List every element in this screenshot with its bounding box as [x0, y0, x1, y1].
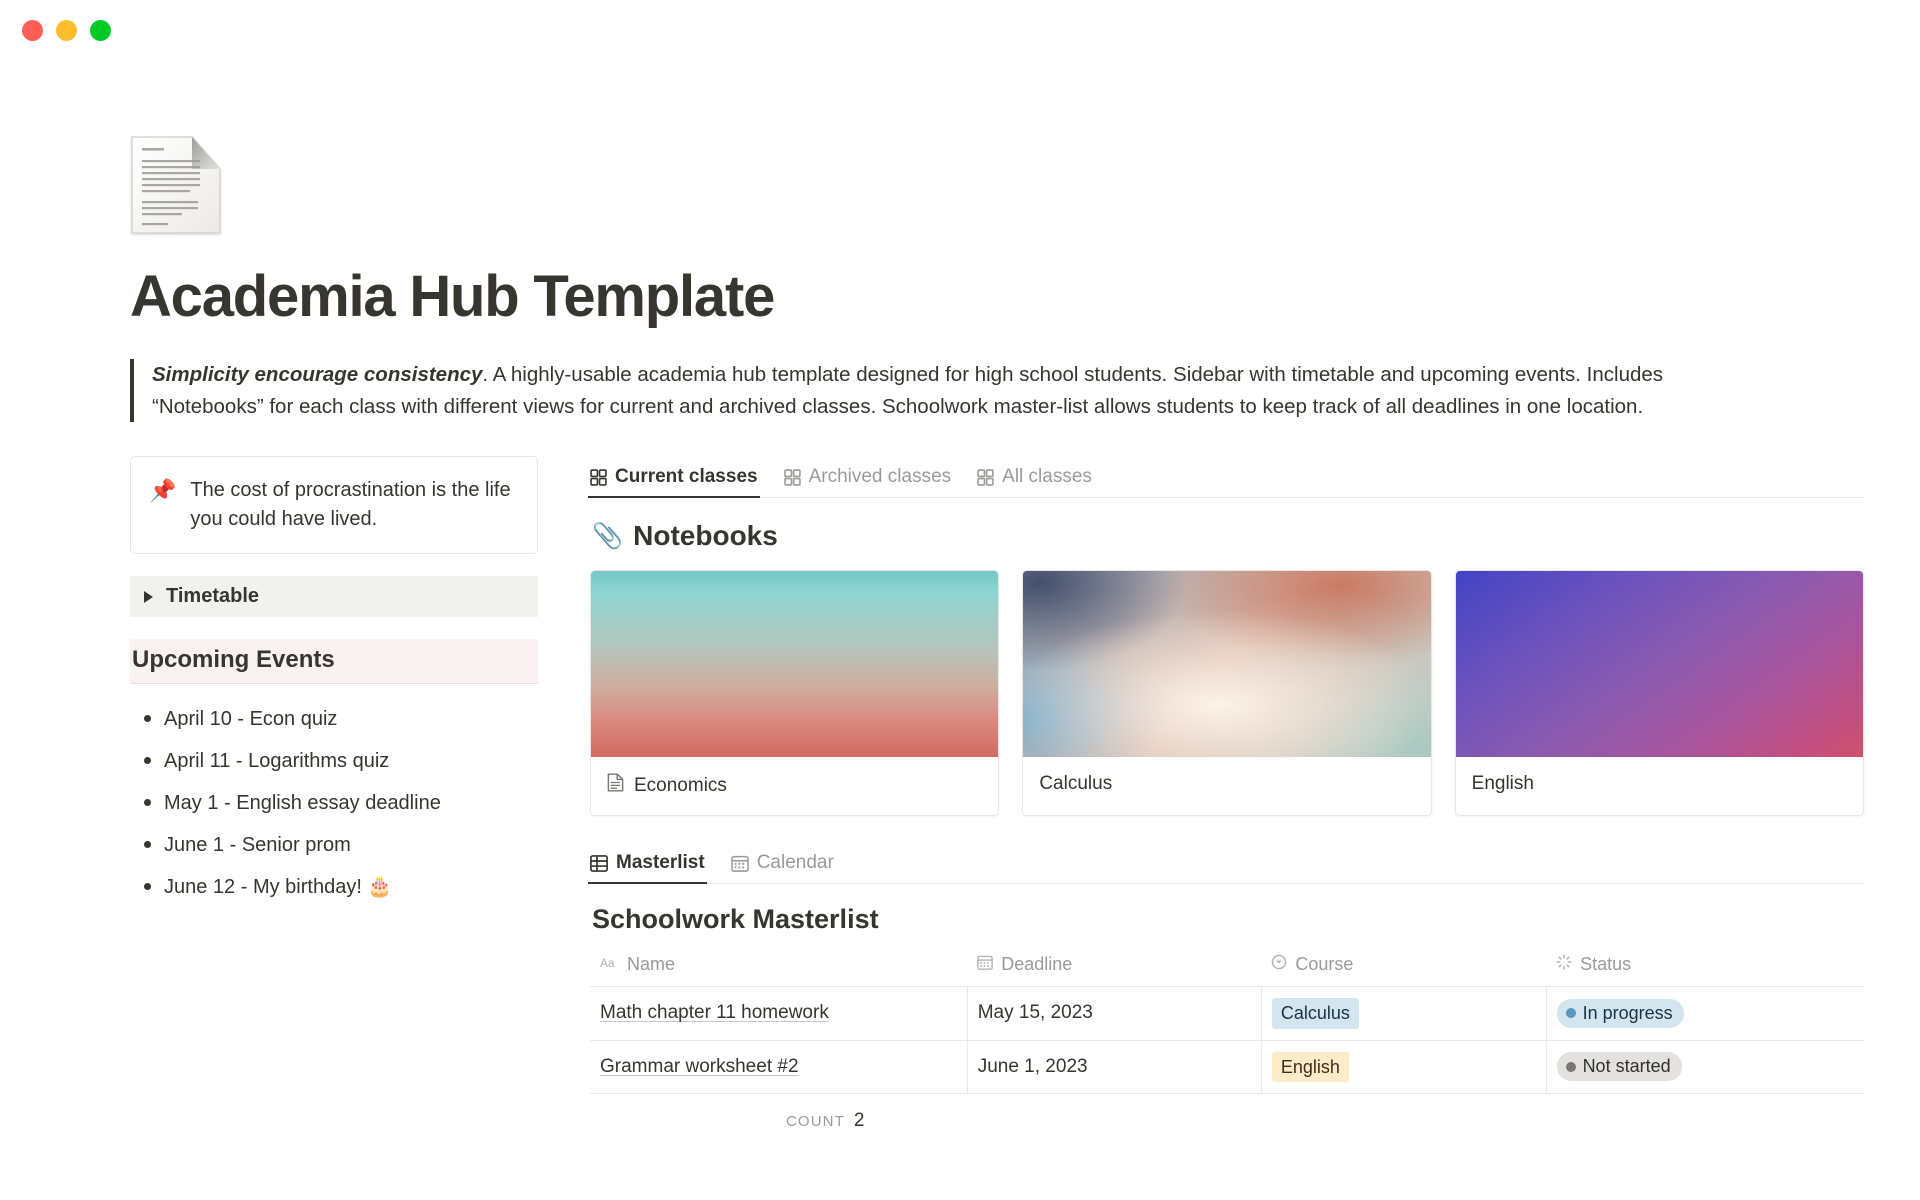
gallery-card-calculus[interactable]: Calculus [1022, 570, 1432, 817]
cell-deadline[interactable]: June 1, 2023 [967, 1040, 1262, 1094]
gallery-card-economics[interactable]: Economics [590, 570, 1000, 817]
upcoming-events-heading: Upcoming Events [130, 639, 538, 685]
card-title: English [1471, 773, 1534, 795]
status-dot-icon [1565, 1008, 1576, 1019]
list-item: April 10 - Econ quiz [130, 698, 538, 740]
gallery-view-icon [590, 469, 607, 486]
gallery-card-english[interactable]: English [1454, 570, 1864, 817]
count-label: COUNT [786, 1112, 845, 1130]
column-header-deadline[interactable]: Deadline [967, 949, 1262, 988]
cell-course[interactable]: English [1261, 1040, 1547, 1094]
list-item: June 1 - Senior prom [130, 824, 538, 866]
cell-name[interactable]: Grammar worksheet #2 [590, 1040, 968, 1094]
main-column: Current classes Archived classes All cla… [588, 456, 1864, 1132]
close-button[interactable] [22, 19, 43, 41]
card-caption: Economics [591, 757, 998, 815]
notion-page: Academia Hub Template Simplicity encoura… [0, 135, 1920, 1132]
card-caption: English [1456, 757, 1863, 812]
tab-archived-classes[interactable]: Archived classes [783, 466, 952, 497]
notebooks-database-title: 📎 Notebooks [592, 520, 1864, 552]
column-header-name[interactable]: Aa Name [590, 949, 968, 988]
notebooks-view-tabs: Current classes Archived classes All cla… [588, 456, 1864, 499]
table-header-row: Aa Name Deadline Course Status [590, 949, 1864, 988]
page-description-callout: Simplicity encourage consistency. A high… [130, 358, 1770, 423]
minimize-button[interactable] [56, 19, 77, 41]
column-header-status[interactable]: Status [1546, 949, 1864, 988]
card-cover [1023, 571, 1431, 758]
cell-deadline[interactable]: May 15, 2023 [967, 986, 1262, 1041]
cell-course[interactable]: Calculus [1261, 986, 1547, 1041]
paperclip-icon: 📎 [592, 521, 624, 550]
course-tag: English [1271, 1051, 1349, 1082]
tab-all-classes[interactable]: All classes [977, 466, 1092, 497]
gallery-view-icon [783, 469, 801, 486]
page-icon [607, 773, 624, 798]
tab-current-classes[interactable]: Current classes [588, 466, 760, 499]
column-header-label: Name [627, 954, 676, 975]
tab-label: All classes [1002, 466, 1092, 488]
notebooks-title-text: Notebooks [633, 520, 778, 552]
tab-masterlist[interactable]: Masterlist [588, 852, 707, 885]
list-item: April 11 - Logarithms quiz [130, 740, 538, 782]
status-label: Not started [1582, 1056, 1671, 1077]
page-title: Academia Hub Template [130, 264, 775, 329]
row-title-link[interactable]: Grammar worksheet #2 [600, 1056, 799, 1077]
page-description-lead: Simplicity encourage consistency [152, 362, 483, 386]
status-badge: Not started [1556, 1052, 1682, 1082]
quote-callout: 📌 The cost of procrastination is the lif… [130, 456, 538, 555]
card-caption: Calculus [1023, 757, 1430, 812]
table-row[interactable]: Math chapter 11 homework May 15, 2023 Ca… [590, 986, 1864, 1041]
notebooks-gallery: Economics Calculus English [590, 570, 1864, 817]
cell-status[interactable]: Not started [1546, 1040, 1864, 1094]
status-label: In progress [1582, 1002, 1673, 1023]
column-header-label: Deadline [1001, 954, 1073, 975]
card-title: Calculus [1039, 773, 1113, 795]
sidebar-column: 📌 The cost of procrastination is the lif… [130, 456, 538, 908]
status-property-icon [1556, 954, 1572, 975]
masterlist-view-tabs: Masterlist Calendar [588, 842, 1864, 885]
status-badge: In progress [1556, 998, 1684, 1028]
column-header-label: Status [1580, 954, 1632, 975]
chevron-right-icon[interactable] [144, 590, 153, 603]
calendar-view-icon [730, 855, 749, 872]
schoolwork-masterlist-table: Aa Name Deadline Course Status Math chap… [590, 949, 1864, 1094]
page-columns: 📌 The cost of procrastination is the lif… [130, 456, 1864, 1132]
select-property-icon [1271, 954, 1287, 975]
text-property-icon: Aa [600, 954, 619, 975]
tab-label: Masterlist [616, 852, 705, 874]
date-property-icon [977, 954, 994, 975]
column-header-course[interactable]: Course [1261, 949, 1547, 988]
timetable-toggle-label: Timetable [166, 585, 259, 608]
tab-label: Archived classes [808, 466, 952, 488]
window-titlebar [0, 0, 1920, 60]
list-item: May 1 - English essay deadline [130, 782, 538, 824]
card-title: Economics [634, 774, 727, 796]
table-row[interactable]: Grammar worksheet #2 June 1, 2023 Englis… [590, 1040, 1864, 1094]
tab-calendar[interactable]: Calendar [730, 852, 834, 883]
timetable-toggle[interactable]: Timetable [130, 576, 538, 618]
status-dot-icon [1565, 1061, 1576, 1072]
row-title-link[interactable]: Math chapter 11 homework [600, 1002, 829, 1023]
cell-status[interactable]: In progress [1546, 986, 1864, 1041]
maximize-button[interactable] [90, 19, 111, 41]
card-cover [591, 571, 999, 758]
page-document-icon[interactable] [130, 135, 222, 235]
pushpin-icon: 📌 [149, 478, 177, 504]
list-item: June 12 - My birthday! 🎂 [130, 866, 538, 908]
course-tag: Calculus [1271, 998, 1359, 1029]
table-view-icon [590, 854, 608, 872]
quote-callout-text: The cost of procrastination is the life … [190, 479, 511, 531]
cell-name[interactable]: Math chapter 11 homework [590, 986, 968, 1041]
svg-text:Aa: Aa [600, 956, 615, 970]
column-header-label: Course [1295, 954, 1354, 975]
gallery-view-icon [977, 469, 994, 486]
table-count-footer: COUNT 2 [590, 1094, 1864, 1132]
masterlist-title: Schoolwork Masterlist [592, 904, 879, 935]
tab-label: Current classes [615, 466, 758, 488]
count-value: 2 [853, 1109, 865, 1131]
upcoming-events-list: April 10 - Econ quiz April 11 - Logarith… [130, 698, 538, 908]
card-cover [1455, 571, 1863, 758]
tab-label: Calendar [756, 852, 834, 874]
